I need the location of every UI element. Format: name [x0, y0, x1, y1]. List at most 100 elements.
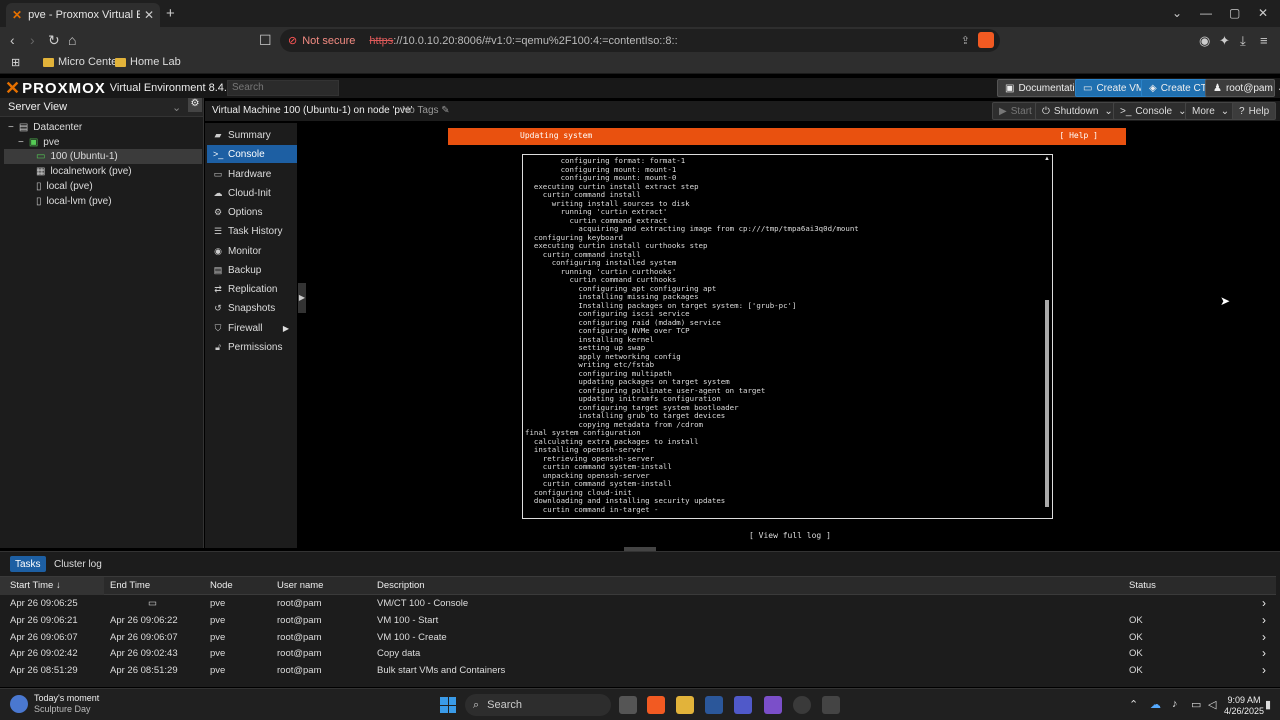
tab-cluster-log[interactable]: Cluster log — [49, 556, 107, 572]
tab-tasks[interactable]: Tasks — [10, 556, 46, 572]
menu-label: Snapshots — [228, 302, 276, 314]
menu-firewall[interactable]: ⛉ Firewall ▶ — [207, 319, 297, 337]
windows-start-icon[interactable] — [440, 697, 456, 713]
tags-label[interactable]: No Tags ✎ — [402, 105, 450, 116]
search-input[interactable]: Search — [227, 80, 339, 96]
close-window-icon[interactable]: ✕ — [1258, 6, 1268, 20]
minimize-icon[interactable]: — — [1200, 6, 1212, 20]
weather-widget[interactable]: Today's moment Sculpture Day — [10, 693, 99, 715]
column-description[interactable]: Description — [377, 580, 425, 591]
tree-item-vm-100[interactable]: ▭ 100 (Ubuntu-1) — [4, 149, 202, 164]
brave-shield-icon[interactable] — [978, 32, 994, 48]
tab-search-chevron-icon[interactable]: ⌄ — [1172, 6, 1182, 20]
maximize-icon[interactable]: ▢ — [1229, 6, 1240, 20]
row-arrow-icon[interactable]: › — [1262, 646, 1266, 660]
menu-monitor[interactable]: ◉ Monitor — [207, 242, 297, 260]
teams-icon[interactable] — [734, 696, 752, 714]
calculator-icon[interactable] — [822, 696, 840, 714]
close-tab-icon[interactable]: ✕ — [144, 8, 154, 22]
column-status[interactable]: Status — [1129, 580, 1156, 591]
bookmark-micro-center[interactable]: Micro Center — [43, 56, 121, 68]
share-icon[interactable]: ⇪ — [961, 34, 970, 47]
table-row[interactable]: Apr 26 09:02:42 Apr 26 09:02:43 pve root@pa… — [0, 646, 1276, 663]
row-arrow-icon[interactable]: › — [1262, 663, 1266, 677]
vpn-icon[interactable]: ◉ — [1199, 33, 1210, 49]
volume-icon[interactable]: ◁ — [1208, 698, 1216, 711]
shutdown-button[interactable]: ⏻ Shutdown ⌄ — [1035, 102, 1120, 120]
chevron-down-icon[interactable]: ⌄ — [172, 101, 181, 114]
taskbar-search[interactable]: ⌕ Search — [465, 694, 611, 716]
task-view-icon[interactable] — [619, 696, 637, 714]
network-icon[interactable]: ▭ — [1191, 698, 1201, 711]
menu-summary[interactable]: ▰ Summary — [207, 126, 297, 144]
menu-snapshots[interactable]: ↺ Snapshots — [207, 299, 297, 317]
console-button[interactable]: >_ Console ⌄ — [1113, 102, 1194, 120]
reload-icon[interactable]: ↻ — [48, 32, 60, 49]
server-view-header[interactable]: Server View ⌄ ⚙ — [0, 98, 203, 117]
column-start-time[interactable]: Start Time ↓ — [10, 580, 61, 591]
expand-icon[interactable]: − — [18, 137, 24, 148]
start-button[interactable]: ▶ Start — [992, 102, 1039, 120]
menu-console[interactable]: >_ Console — [207, 145, 297, 163]
menu-task-history[interactable]: ☰ Task History — [207, 222, 297, 240]
file-explorer-icon[interactable] — [676, 696, 694, 714]
home-icon[interactable]: ⌂ — [68, 32, 76, 48]
download-icon[interactable]: ⤓ — [1240, 33, 1246, 49]
chevron-right-icon[interactable]: ▶ — [283, 324, 289, 333]
pencil-icon[interactable]: ✎ — [441, 105, 449, 116]
chatgpt-icon[interactable] — [793, 696, 811, 714]
url-input[interactable]: ⊘ Not secure https ://10.0.10.20:8006/#v… — [280, 29, 1000, 52]
microphone-icon[interactable]: ♪ — [1172, 698, 1178, 710]
tree-item-localnetwork[interactable]: ▦ localnetwork (pve) — [36, 164, 132, 179]
row-arrow-icon[interactable]: › — [1262, 630, 1266, 644]
obsidian-icon[interactable] — [764, 696, 782, 714]
help-button[interactable]: ? Help — [1232, 102, 1277, 120]
tree-item-local-lvm[interactable]: ▯ local-lvm (pve) — [36, 194, 112, 209]
word-icon[interactable] — [705, 696, 723, 714]
tree-item-pve[interactable]: − ▣ pve — [18, 135, 59, 150]
expand-icon[interactable]: − — [8, 122, 14, 133]
chevron-down-icon[interactable]: ⌄ — [1104, 106, 1112, 117]
tree-item-local[interactable]: ▯ local (pve) — [36, 179, 93, 194]
forward-icon[interactable]: › — [30, 32, 35, 48]
onedrive-icon[interactable]: ☁ — [1150, 698, 1161, 711]
apps-icon[interactable]: ⊞ — [11, 56, 20, 69]
system-clock[interactable]: 9:09 AM 4/26/2025 — [1224, 695, 1264, 717]
row-arrow-icon[interactable]: › — [1262, 613, 1266, 627]
menu-hardware[interactable]: ▭ Hardware — [207, 165, 297, 183]
more-button[interactable]: More ⌄ — [1185, 102, 1237, 120]
menu-backup[interactable]: ▤ Backup — [207, 261, 297, 279]
menu-options[interactable]: ⚙ Options — [207, 203, 297, 221]
menu-permissions[interactable]: 🔓︎ Permissions — [207, 338, 297, 356]
menu-replication[interactable]: ⇄ Replication — [207, 280, 297, 298]
installer-help[interactable]: [ Help ] — [1059, 131, 1098, 140]
extensions-icon[interactable]: ✦ — [1219, 33, 1230, 49]
new-tab-icon[interactable]: + — [166, 5, 175, 22]
tray-chevron-icon[interactable]: ⌃ — [1129, 698, 1138, 711]
table-row[interactable]: Apr 26 09:06:21 Apr 26 09:06:22 pve root@pa… — [0, 613, 1276, 630]
bookmark-home-lab[interactable]: Home Lab — [115, 56, 181, 68]
gear-icon[interactable]: ⚙ — [188, 98, 202, 112]
user-menu-button[interactable]: ♟root@pam⌄ — [1205, 79, 1280, 97]
menu-icon[interactable]: ≡ — [1260, 33, 1268, 48]
bookmark-icon[interactable]: ☐ — [259, 32, 272, 49]
notifications-icon[interactable]: ▮ — [1265, 698, 1271, 711]
create-ct-button[interactable]: ◈ Create CT — [1141, 79, 1215, 97]
table-row[interactable]: Apr 26 09:06:07 Apr 26 09:06:07 pve root@pa… — [0, 630, 1276, 647]
table-row[interactable]: Apr 26 09:06:25 pve root@pam VM/CT 100 - Co… — [0, 596, 1276, 613]
view-full-log-button[interactable]: [ View full log ] — [749, 531, 831, 540]
column-end-time[interactable]: End Time — [110, 580, 150, 591]
table-row[interactable]: Apr 26 08:51:29 Apr 26 08:51:29 pve root@pa… — [0, 663, 1276, 680]
collapse-menu-handle[interactable]: ▶ — [298, 283, 306, 313]
chevron-down-icon[interactable]: ⌄ — [1221, 106, 1229, 117]
log-scrollbar[interactable] — [1045, 300, 1049, 507]
tree-item-datacenter[interactable]: − ▤ Datacenter — [8, 120, 82, 135]
menu-cloud-init[interactable]: ☁ Cloud-Init — [207, 184, 297, 202]
brave-browser-icon[interactable] — [647, 696, 665, 714]
browser-tab[interactable]: ✕ pve - Proxmox Virtual Environm ✕ — [6, 3, 160, 27]
back-icon[interactable]: ‹ — [10, 32, 15, 48]
column-user-name[interactable]: User name — [277, 580, 323, 591]
scroll-up-icon[interactable]: ▲ — [1044, 156, 1050, 162]
row-arrow-icon[interactable]: › — [1262, 596, 1266, 610]
column-node[interactable]: Node — [210, 580, 233, 591]
